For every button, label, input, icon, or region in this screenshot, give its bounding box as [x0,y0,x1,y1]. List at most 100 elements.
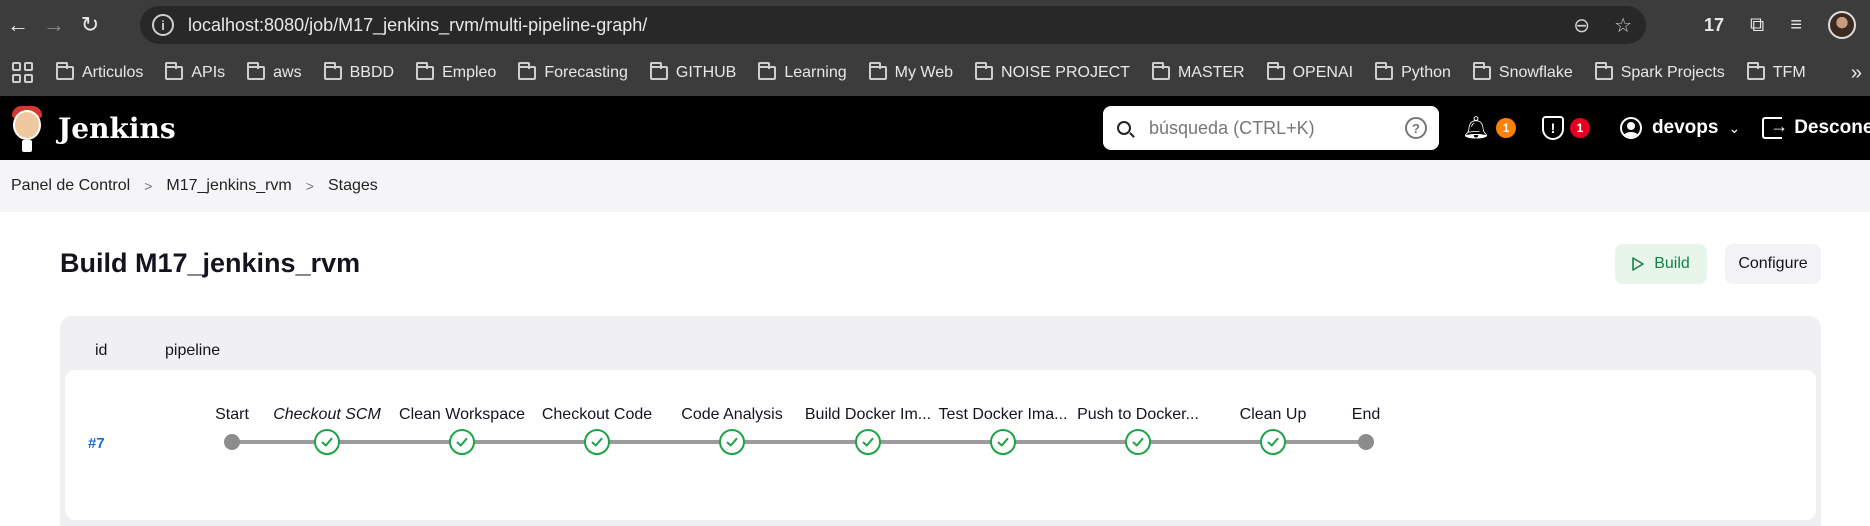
folder-icon [165,62,184,80]
column-header-id: id [95,342,108,359]
stage-label[interactable]: Test Docker Ima... [939,406,1068,424]
logout-link[interactable]: Desconectar [1794,117,1870,139]
stage-label[interactable]: Build Docker Im... [805,406,931,424]
stage-success-check-icon[interactable] [1260,429,1286,455]
jenkins-title[interactable]: Jenkins [58,112,176,145]
security-shield-icon[interactable]: ! [1541,116,1564,140]
apps-grid-icon[interactable] [12,62,34,84]
breadcrumb-stages[interactable]: Stages [328,177,378,195]
chevron-right-icon: > [144,178,153,194]
stage-label[interactable]: End [1352,406,1380,424]
column-header-pipeline: pipeline [165,342,221,359]
stage-success-check-icon[interactable] [314,429,340,455]
stage-label[interactable]: Code Analysis [681,406,782,424]
address-bar[interactable]: i localhost:8080/job/M17_jenkins_rvm/mul… [140,6,1646,44]
user-icon[interactable] [1619,117,1642,139]
notifications-badge[interactable]: 1 [1495,118,1516,138]
stage-success-check-icon[interactable] [719,429,745,455]
bookmark-label: Python [1401,64,1451,81]
url-text[interactable]: localhost:8080/job/M17_jenkins_rvm/multi… [188,15,647,36]
breadcrumb-dashboard[interactable]: Panel de Control [11,177,130,195]
folder-icon [975,62,994,80]
bookmark-label: aws [273,64,302,81]
folder-icon [323,62,342,80]
stage-label[interactable]: Checkout SCM [273,406,381,424]
extension-badge[interactable]: 17 [1704,15,1724,36]
bookmark-item[interactable]: APIs [165,62,226,82]
bookmark-item[interactable]: Python [1375,62,1451,82]
username[interactable]: devops [1652,117,1719,139]
chevron-right-icon: > [305,178,314,194]
bookmark-label: OPENAI [1292,64,1354,81]
bookmark-item[interactable]: NOISE PROJECT [975,62,1130,82]
bookmarks-bar: Articulos APIs aws BBDD Empleo Forecasting GIT… [0,50,1870,96]
browser-toolbar: ← → ↻ i localhost:8080/job/M17_jenkins_r… [0,0,1870,50]
bookmarks-overflow-icon[interactable]: » [1851,62,1862,85]
bookmark-item[interactable]: OPENAI [1266,62,1354,82]
folder-icon [1151,62,1170,80]
bookmark-item[interactable]: GITHUB [649,62,737,82]
stage-success-check-icon[interactable] [1125,429,1151,455]
stage-label[interactable]: Clean Up [1240,406,1307,424]
table-row: #7 Start Checkout SCM Clean Workspace Check… [65,370,1816,520]
bookmark-item[interactable]: My Web [868,62,953,82]
pipeline-table: id pipeline #7 Start Checkout SCM Clean Wo… [60,316,1821,526]
folder-icon [1375,62,1394,80]
bookmark-label: APIs [191,64,226,81]
search-input[interactable] [1149,117,1379,139]
bookmark-label: Forecasting [544,64,628,81]
stage-success-check-icon[interactable] [584,429,610,455]
folder-icon [1746,62,1765,80]
forward-arrow-icon[interactable]: → [36,7,72,43]
extensions-puzzle-icon[interactable]: ⧉ [1750,14,1764,37]
profile-avatar[interactable] [1828,11,1856,39]
bookmark-label: TFM [1772,64,1806,81]
security-badge[interactable]: 1 [1569,118,1590,138]
bookmark-item[interactable]: Articulos [56,62,143,82]
zoom-icon[interactable]: ⊖ [1573,13,1590,38]
bookmark-item[interactable]: Forecasting [518,62,628,82]
logout-icon[interactable] [1762,116,1788,139]
stage-success-check-icon[interactable] [990,429,1016,455]
stage-success-check-icon[interactable] [855,429,881,455]
bookmark-item[interactable]: BBDD [323,62,395,82]
stage-label[interactable]: Clean Workspace [399,406,525,424]
bookmark-item[interactable]: Snowflake [1472,62,1573,82]
page-title: Build M17_jenkins_rvm [60,248,361,278]
build-button[interactable]: Build [1615,244,1707,284]
jenkins-logo[interactable] [10,104,44,152]
bookmark-label: NOISE PROJECT [1001,64,1130,81]
chevron-down-icon[interactable]: ⌄ [1728,120,1740,137]
pipeline-endpoint-dot [1358,434,1374,450]
bell-icon[interactable]: 🔔︎ [1462,115,1490,141]
bookmark-item[interactable]: Spark Projects [1594,62,1725,82]
stage-success-check-icon[interactable] [449,429,475,455]
bookmark-label: BBDD [349,64,395,81]
back-arrow-icon[interactable]: ← [0,7,36,43]
bookmark-item[interactable]: Learning [758,62,847,82]
site-info-icon[interactable]: i [152,14,174,36]
bookmark-item[interactable]: aws [247,62,302,82]
breadcrumb-job[interactable]: M17_jenkins_rvm [166,177,291,195]
bookmark-label: Learning [784,64,847,81]
bookmark-label: MASTER [1177,64,1245,81]
folder-icon [1472,62,1491,80]
folder-icon [247,62,266,80]
pipeline-track [232,440,1366,444]
media-control-icon[interactable]: ≡ [1790,14,1802,37]
search-box[interactable]: ? [1103,106,1439,150]
bookmark-item[interactable]: Empleo [416,62,496,82]
bookmark-label: GITHUB [675,64,737,81]
jenkins-header: Jenkins ? 🔔︎ 1 ! 1 devops ⌄ Desconectar [0,96,1870,160]
bookmark-item[interactable]: MASTER [1151,62,1245,82]
reload-icon[interactable]: ↻ [72,7,108,43]
bookmark-star-icon[interactable]: ☆ [1614,13,1632,38]
stage-label[interactable]: Start [215,406,249,424]
run-id-link[interactable]: #7 [88,435,105,452]
stage-label[interactable]: Checkout Code [542,406,652,424]
stage-label[interactable]: Push to Docker... [1077,406,1199,424]
bookmark-item[interactable]: TFM [1746,62,1806,82]
breadcrumb: Panel de Control > M17_jenkins_rvm > Sta… [0,160,1870,212]
configure-button[interactable]: Configure [1725,244,1821,284]
help-icon[interactable]: ? [1405,117,1427,139]
